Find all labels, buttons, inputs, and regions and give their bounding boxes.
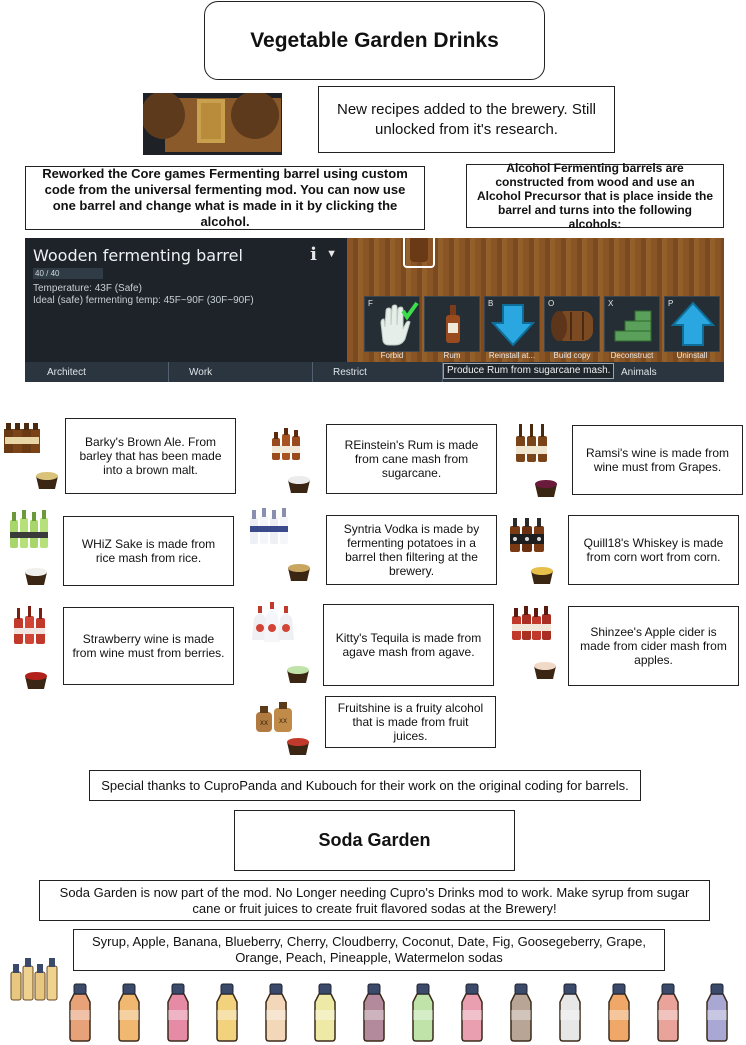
rum-note: REinstein's Rum is made from cane mash f… [326, 424, 497, 494]
soda-list: Syrup, Apple, Banana, Blueberry, Cherry,… [73, 929, 665, 971]
soda-bottle-icon [608, 983, 630, 1042]
soda-bottle-icon [461, 983, 483, 1042]
soda-bottle-icon [657, 983, 679, 1042]
hp-bar: 40 / 40 [33, 268, 103, 279]
reworked-note: Reworked the Core games Fermenting barre… [25, 166, 425, 230]
game-screenshot: Wooden fermenting barrel 40 / 40 Tempera… [25, 238, 724, 382]
soda-bottle-icon [69, 983, 91, 1042]
rum-bottles-icon [272, 428, 300, 460]
reinstall-label: Reinstall at... [488, 351, 536, 360]
reinstall-button[interactable]: B [484, 296, 540, 352]
soda-bottle-icon [167, 983, 189, 1042]
soda-bottle-icon [265, 983, 287, 1042]
soda-bottle-icon [363, 983, 385, 1042]
deconstruct-label: Deconstruct [610, 351, 654, 360]
intro-note: New recipes added to the brewery. Still … [318, 86, 615, 153]
rum-tooltip: Produce Rum from sugarcane mash. [443, 363, 615, 379]
fruit-juice-bowl-icon [287, 738, 309, 755]
uninstall-label: Uninstall [676, 351, 708, 360]
barrels-note: Alcohol Fermenting barrels are construct… [466, 161, 724, 231]
tab-animals[interactable]: Animals [619, 362, 724, 382]
chevron-down-icon[interactable]: ▼ [326, 248, 337, 260]
soda-bottle-icon [559, 983, 581, 1042]
soda-note: Soda Garden is now part of the mod. No L… [39, 880, 710, 921]
brown-ale-bottles-icon [4, 423, 40, 453]
svg-text:XX: XX [279, 718, 287, 725]
forbid-label: Forbid [380, 351, 404, 360]
forbid-button[interactable]: F [364, 296, 420, 352]
rum-label: Rum [443, 351, 461, 360]
soda-bottle-icon [510, 983, 532, 1042]
soda-bottle-icon [706, 983, 728, 1042]
soda-bottle-icon [314, 983, 336, 1042]
whiskey-note: Quill18's Whiskey is made from corn wort… [568, 515, 739, 585]
cane-mash-bowl-icon [288, 476, 310, 493]
fruitshine-note: Fruitshine is a fruity alcohol that is m… [325, 696, 496, 748]
rum-button[interactable] [424, 296, 480, 352]
cider-bottles-icon [512, 606, 551, 640]
inspect-pane: Wooden fermenting barrel 40 / 40 Tempera… [25, 238, 347, 362]
tab-architect[interactable]: Architect [25, 362, 169, 382]
soda-bottles-icon [10, 958, 58, 1001]
corn-wort-bowl-icon [531, 567, 553, 584]
arrow-up-icon [670, 301, 716, 346]
agave-mash-bowl-icon [287, 666, 309, 683]
strawberry-wine-note: Strawberry wine is made from wine must f… [63, 607, 234, 685]
deconstruct-button[interactable]: X [604, 296, 660, 352]
tab-restrict[interactable]: Restrict [313, 362, 443, 382]
wine-bottles-icon [516, 424, 547, 462]
soda-title: Soda Garden [318, 830, 431, 850]
strawberry-wine-bottles-icon [14, 606, 45, 644]
berry-must-bowl-icon [25, 672, 47, 689]
page-title: Vegetable Garden Drinks [250, 28, 499, 52]
potato-bowl-icon [288, 564, 310, 581]
soda-title-box: Soda Garden [234, 810, 515, 871]
uninstall-button[interactable]: P [664, 296, 720, 352]
vodka-note: Syntria Vodka is made by fermenting pota… [326, 515, 497, 585]
rum-bottle-icon [446, 305, 460, 343]
rice-mash-bowl-icon [25, 568, 47, 585]
cider-note: Shinzee's Apple cider is made from cider… [568, 606, 739, 686]
hand-icon [380, 301, 419, 346]
sake-bottles-icon [10, 510, 48, 548]
thanks-note: Special thanks to CuproPanda and Kubouch… [89, 770, 641, 801]
tab-work[interactable]: Work [169, 362, 313, 382]
build-copy-label: Build copy [553, 351, 591, 360]
soda-bottle-icon [412, 983, 434, 1042]
build-copy-button[interactable]: O [544, 296, 600, 352]
vodka-bottles-icon [250, 508, 288, 544]
ideal-temp-line: Ideal (safe) fermenting temp: 45F~90F (3… [33, 295, 254, 306]
main-tab-bar: Architect Work Restrict Animals [25, 362, 724, 382]
temperature-line: Temperature: 43F (Safe) [33, 283, 142, 294]
malt-bowl-icon [36, 472, 58, 489]
soda-bottle-icon [216, 983, 238, 1042]
arrow-down-icon [490, 304, 536, 347]
brown-ale-note: Barky's Brown Ale. From barley that has … [65, 418, 236, 494]
tequila-note: Kitty's Tequila is made from agave mash … [323, 604, 494, 686]
wine-note: Ramsi's wine is made from wine must from… [572, 425, 743, 495]
barrel-thumbnail-icon [143, 93, 282, 155]
tequila-bottles-icon [252, 602, 294, 642]
soda-bottle-row [69, 983, 728, 1042]
inspect-title: Wooden fermenting barrel [33, 246, 243, 265]
info-icon[interactable]: i [310, 244, 317, 265]
whiskey-bottles-icon [510, 518, 544, 552]
svg-text:XX: XX [260, 720, 268, 727]
soda-bottle-icon [118, 983, 140, 1042]
deconstruct-icon [614, 310, 652, 342]
selected-barrel[interactable] [403, 238, 435, 268]
fruitshine-jugs-icon: XX XX [256, 702, 292, 732]
sake-note: WHiZ Sake is made from rice mash from ri… [63, 516, 234, 586]
page-title-box: Vegetable Garden Drinks [204, 1, 545, 80]
cider-mash-bowl-icon [534, 662, 556, 679]
grape-must-bowl-icon [535, 480, 557, 497]
